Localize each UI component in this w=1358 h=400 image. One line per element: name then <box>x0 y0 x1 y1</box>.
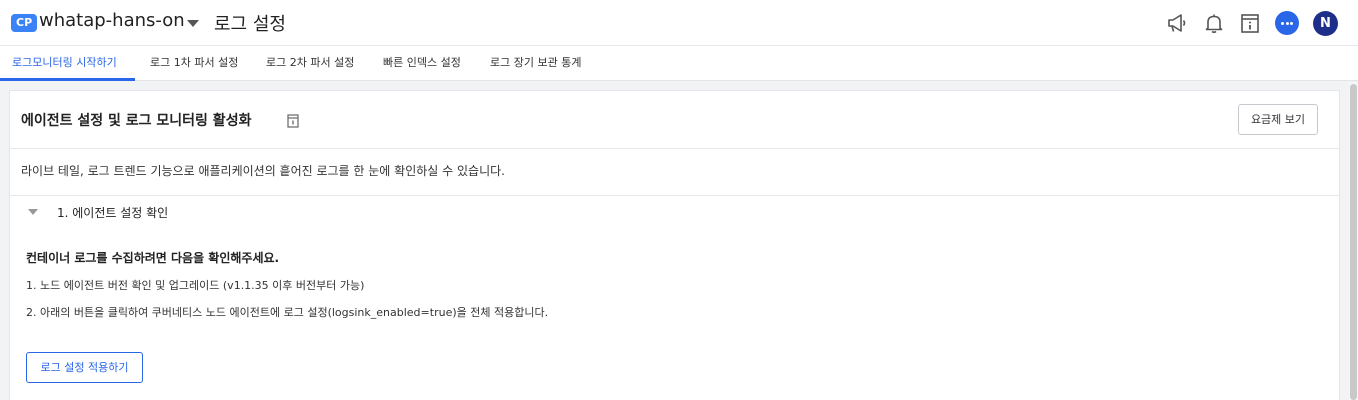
card-title: 에이전트 설정 및 로그 모니터링 활성화 <box>21 113 252 129</box>
active-tab-indicator <box>0 78 135 81</box>
tab-long-term-storage[interactable]: 로그 장기 보관 통계 <box>490 46 581 81</box>
section-heading: 컨테이너 로그를 수집하려면 다음을 확인해주세요. <box>26 251 280 265</box>
project-name[interactable]: whatap-hans-on <box>39 10 185 31</box>
avatar[interactable]: N <box>1313 11 1338 36</box>
instruction-line-2: 2. 아래의 버튼을 클릭하여 쿠버네티스 노드 에이전트에 로그 설정(log… <box>26 306 549 319</box>
top-bar: CP whatap-hans-on 로그 설정 N <box>0 0 1358 46</box>
collapse-caret-icon[interactable] <box>28 209 38 215</box>
chevron-down-icon[interactable] <box>187 20 199 27</box>
info-document-icon[interactable] <box>1239 12 1261 34</box>
bell-icon[interactable] <box>1203 12 1225 34</box>
view-pricing-button[interactable]: 요금제 보기 <box>1238 104 1318 135</box>
tab-fast-index[interactable]: 빠른 인덱스 설정 <box>383 46 461 81</box>
tab-primary-parser[interactable]: 로그 1차 파서 설정 <box>150 46 238 81</box>
tab-bar: 로그모니터링 시작하기 로그 1차 파서 설정 로그 2차 파서 설정 빠른 인… <box>0 46 1358 81</box>
page-title: 로그 설정 <box>214 14 286 35</box>
chat-icon[interactable] <box>1275 11 1299 35</box>
divider <box>10 195 1339 196</box>
megaphone-icon[interactable] <box>1166 12 1188 34</box>
apply-log-settings-button[interactable]: 로그 설정 적용하기 <box>26 352 143 383</box>
section-title-agent-check[interactable]: 1. 에이전트 설정 확인 <box>57 204 168 221</box>
guide-document-icon[interactable] <box>287 114 299 128</box>
card-description: 라이브 테일, 로그 트렌드 기능으로 애플리케이션의 흩어진 로그를 한 눈에… <box>21 164 505 178</box>
scrollbar[interactable] <box>1349 82 1358 400</box>
project-type-badge: CP <box>11 14 38 32</box>
divider <box>10 148 1339 149</box>
instruction-line-1: 1. 노드 에이전트 버전 확인 및 업그레이드 (v1.1.35 이후 버전부… <box>26 279 365 292</box>
tab-secondary-parser[interactable]: 로그 2차 파서 설정 <box>266 46 354 81</box>
tab-log-monitoring-start[interactable]: 로그모니터링 시작하기 <box>12 46 117 81</box>
agent-setup-card: 에이전트 설정 및 로그 모니터링 활성화 요금제 보기 라이브 테일, 로그 … <box>9 90 1340 400</box>
scrollbar-thumb[interactable] <box>1350 84 1357 400</box>
